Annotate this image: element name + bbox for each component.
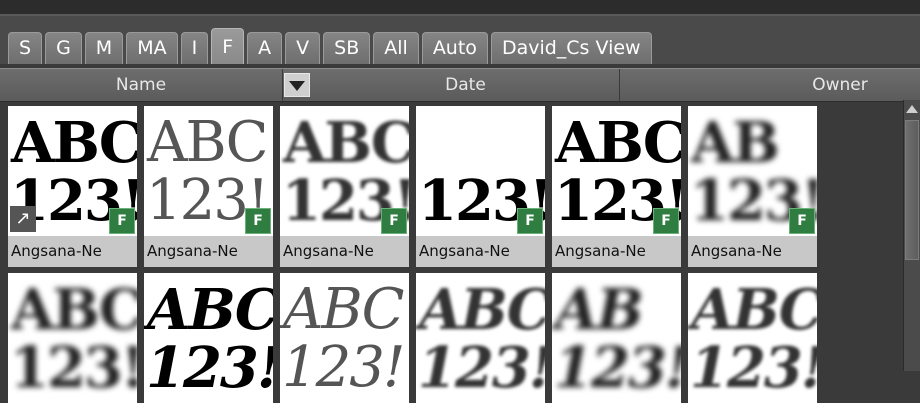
- font-preview: ABC 123!: [416, 273, 545, 403]
- column-name[interactable]: Name: [0, 69, 283, 101]
- font-thumbnail[interactable]: AB 123!: [552, 273, 681, 403]
- font-preview: AB 123!: [552, 273, 681, 403]
- column-date[interactable]: Date: [312, 69, 620, 101]
- thumbnail-caption: Angsana-Ne: [416, 236, 545, 267]
- font-type-badge: F: [109, 208, 135, 234]
- column-name-label: Name: [115, 75, 167, 95]
- preview-letters: ABC: [147, 110, 268, 175]
- font-thumbnail[interactable]: ABC 123! F Angsana-Ne: [144, 106, 273, 267]
- tab-m[interactable]: M: [84, 32, 124, 64]
- column-date-label: Date: [445, 75, 486, 95]
- font-thumbnail[interactable]: ABC 123!: [144, 273, 273, 403]
- font-type-badge: F: [245, 208, 271, 234]
- font-type-badge: F: [789, 208, 815, 234]
- tab-auto[interactable]: Auto: [421, 32, 488, 64]
- font-thumbnail[interactable]: ABC 123!: [8, 273, 137, 403]
- tab-i[interactable]: I: [180, 32, 209, 64]
- font-thumbnail[interactable]: ABC 123! F ↗ Angsana-Ne: [8, 106, 137, 267]
- thumbnail-caption: Angsana-Ne: [552, 236, 681, 267]
- tab-bar: S G M MA I F A V SB All Auto David_Cs View: [0, 14, 920, 64]
- preview-numbers: 123!: [146, 335, 273, 401]
- font-preview: ABC 123!: [8, 273, 137, 403]
- preview-letters: AB: [691, 110, 780, 176]
- column-owner-label: Owner: [812, 75, 868, 95]
- font-thumbnail[interactable]: ABC 123! F Angsana-Ne: [552, 106, 681, 267]
- preview-numbers: 123!: [690, 335, 817, 401]
- preview-numbers: 123!: [418, 335, 545, 401]
- tab-sb[interactable]: SB: [323, 32, 371, 64]
- preview-letters: ABC: [147, 277, 273, 343]
- font-thumbnail[interactable]: ABC 123!: [688, 273, 817, 403]
- font-thumbnail[interactable]: 123! F Angsana-Ne: [416, 106, 545, 267]
- thumbnail-caption: Angsana-Ne: [688, 236, 817, 267]
- tab-g[interactable]: G: [45, 32, 82, 64]
- font-preview: ABC 123!: [688, 273, 817, 403]
- scroll-thumb[interactable]: [905, 120, 919, 260]
- top-strip: [0, 0, 920, 14]
- sort-dropdown-button[interactable]: [284, 73, 310, 97]
- tab-a[interactable]: A: [247, 32, 283, 64]
- tab-list: S G M MA I F A V SB All Auto David_Cs View: [8, 26, 655, 64]
- thumbnail-caption: Angsana-Ne: [280, 236, 409, 267]
- font-thumbnail[interactable]: ABC 123! F Angsana-Ne: [280, 106, 409, 267]
- preview-numbers: 123!: [10, 335, 137, 401]
- preview-letters: ABC: [283, 110, 409, 176]
- tab-f[interactable]: F: [211, 28, 245, 64]
- arrow-up-icon: [906, 105, 918, 113]
- font-thumbnail[interactable]: ABC 123!: [416, 273, 545, 403]
- vertical-scrollbar[interactable]: [903, 100, 920, 371]
- font-thumbnail-grid: ABC 123! F ↗ Angsana-Ne ABC 123! F Angsana-Ne ABC…: [8, 106, 903, 403]
- font-preview: ABC 123!: [280, 273, 409, 403]
- font-type-badge: F: [653, 208, 679, 234]
- preview-letters: ABC: [11, 110, 137, 176]
- font-thumbnail[interactable]: AB 123! F Angsana-Ne: [688, 106, 817, 267]
- scroll-up-button[interactable]: [905, 102, 919, 116]
- preview-letters: AB: [555, 277, 644, 343]
- preview-letters: ABC: [11, 277, 137, 343]
- column-header: Name Date Owner: [0, 68, 920, 102]
- tab-all[interactable]: All: [373, 32, 419, 64]
- preview-numbers: 123!: [282, 335, 405, 400]
- thumbnail-caption: Angsana-Ne: [144, 236, 273, 267]
- font-type-badge: F: [517, 208, 543, 234]
- preview-letters: ABC: [419, 277, 545, 343]
- tab-s[interactable]: S: [8, 32, 43, 64]
- tab-ma[interactable]: MA: [126, 32, 178, 64]
- tab-v[interactable]: V: [285, 32, 321, 64]
- chevron-down-icon: [289, 81, 305, 91]
- font-type-badge: F: [381, 208, 407, 234]
- preview-letters: ABC: [283, 277, 404, 342]
- column-owner[interactable]: Owner: [620, 69, 920, 101]
- font-thumbnail[interactable]: ABC 123!: [280, 273, 409, 403]
- shortcut-arrow-icon: ↗: [10, 206, 36, 232]
- preview-letters: ABC: [691, 277, 817, 343]
- tab-david-cs-view[interactable]: David_Cs View: [490, 32, 652, 64]
- thumbnail-caption: Angsana-Ne: [8, 236, 137, 267]
- preview-numbers: 123!: [554, 335, 681, 401]
- font-preview: ABC 123!: [144, 273, 273, 403]
- preview-letters: ABC: [555, 110, 681, 176]
